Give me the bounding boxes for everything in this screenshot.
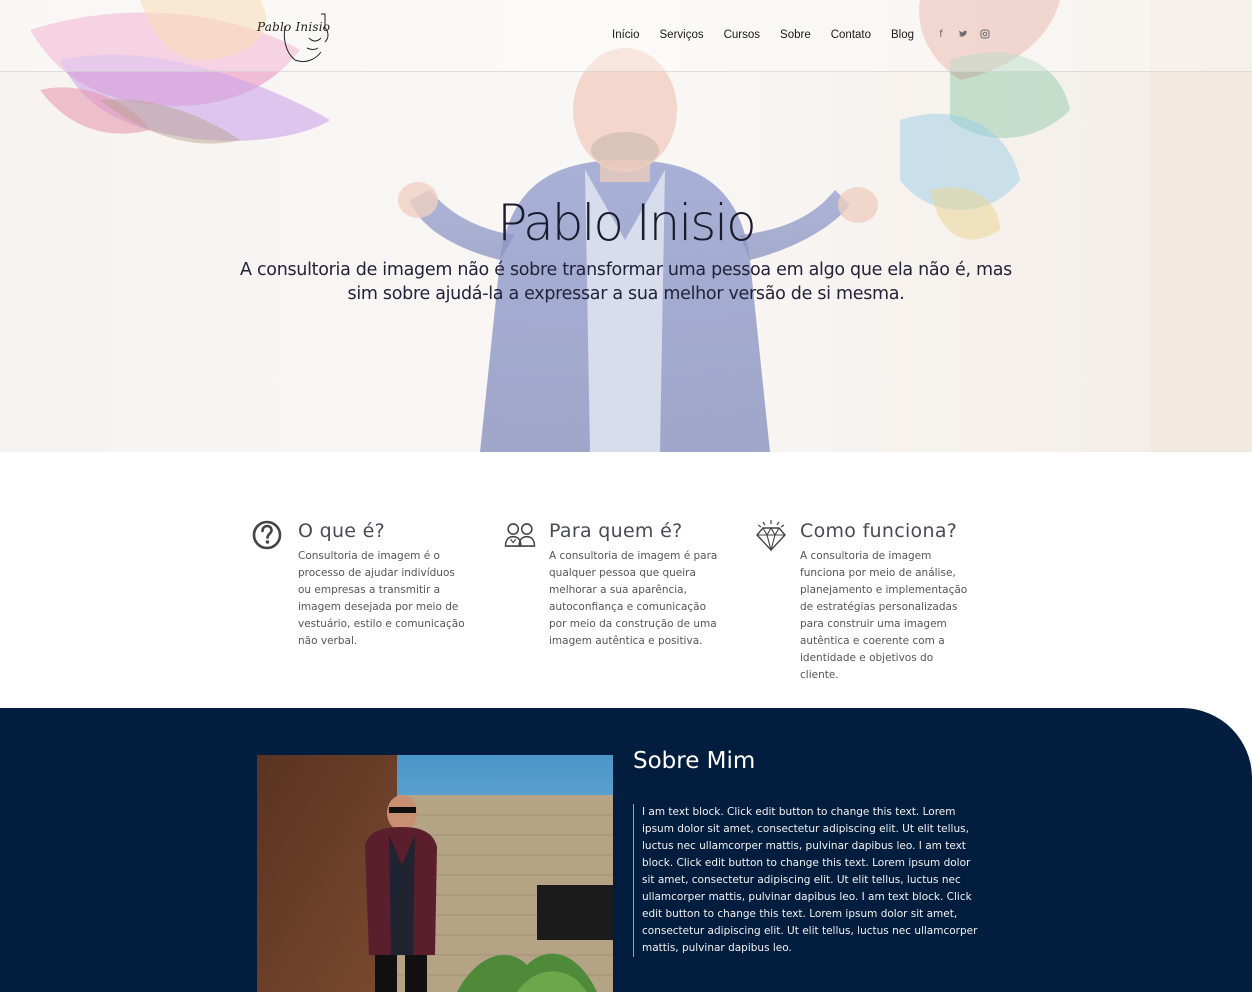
people-icon <box>504 523 536 547</box>
feature-title: Como funciona? <box>800 520 958 542</box>
about-title: Sobre Mim <box>633 748 756 774</box>
feature-text: Consultoria de imagem é o processo de aj… <box>298 550 465 647</box>
hero-section: Pablo Inisio Início Serviços Cursos Sobr… <box>0 0 1252 452</box>
twitter-icon[interactable] <box>958 29 968 42</box>
logo-text: Pablo Inisio <box>257 20 331 34</box>
nav-item-inicio[interactable]: Início <box>612 29 640 41</box>
about-photo <box>257 755 613 992</box>
about-text: I am text block. Click edit button to ch… <box>633 804 983 957</box>
feature-text: A consultoria de imagem é para qualquer … <box>549 550 718 647</box>
hero-subtitle: A consultoria de imagem não é sobre tran… <box>240 260 1012 304</box>
hero-title: Pablo Inisio <box>497 194 757 252</box>
nav-item-blog[interactable]: Blog <box>891 29 914 41</box>
logo-face-drawing-icon <box>283 13 329 63</box>
main-nav: Início Serviços Cursos Sobre Contato Blo… <box>612 29 934 41</box>
site-logo[interactable]: Pablo Inisio <box>255 8 337 64</box>
social-links: f <box>936 29 990 42</box>
features-section: O que é? Consultoria de imagem é o proce… <box>0 452 1252 708</box>
feature-text: A consultoria de imagem funciona por mei… <box>800 550 968 681</box>
about-background <box>0 708 1252 992</box>
nav-item-servicos[interactable]: Serviços <box>660 29 704 41</box>
about-section: Sobre Mim I am text block. Click edit bu… <box>0 708 1252 992</box>
diamond-icon <box>756 520 786 552</box>
nav-item-sobre[interactable]: Sobre <box>780 29 811 41</box>
nav-item-contato[interactable]: Contato <box>831 29 871 41</box>
feature-title: O que é? <box>298 520 385 542</box>
facebook-icon[interactable]: f <box>936 29 946 42</box>
question-circle-icon <box>252 520 282 550</box>
feature-title: Para quem é? <box>549 520 683 542</box>
nav-item-cursos[interactable]: Cursos <box>724 29 760 41</box>
instagram-icon[interactable] <box>980 29 990 42</box>
